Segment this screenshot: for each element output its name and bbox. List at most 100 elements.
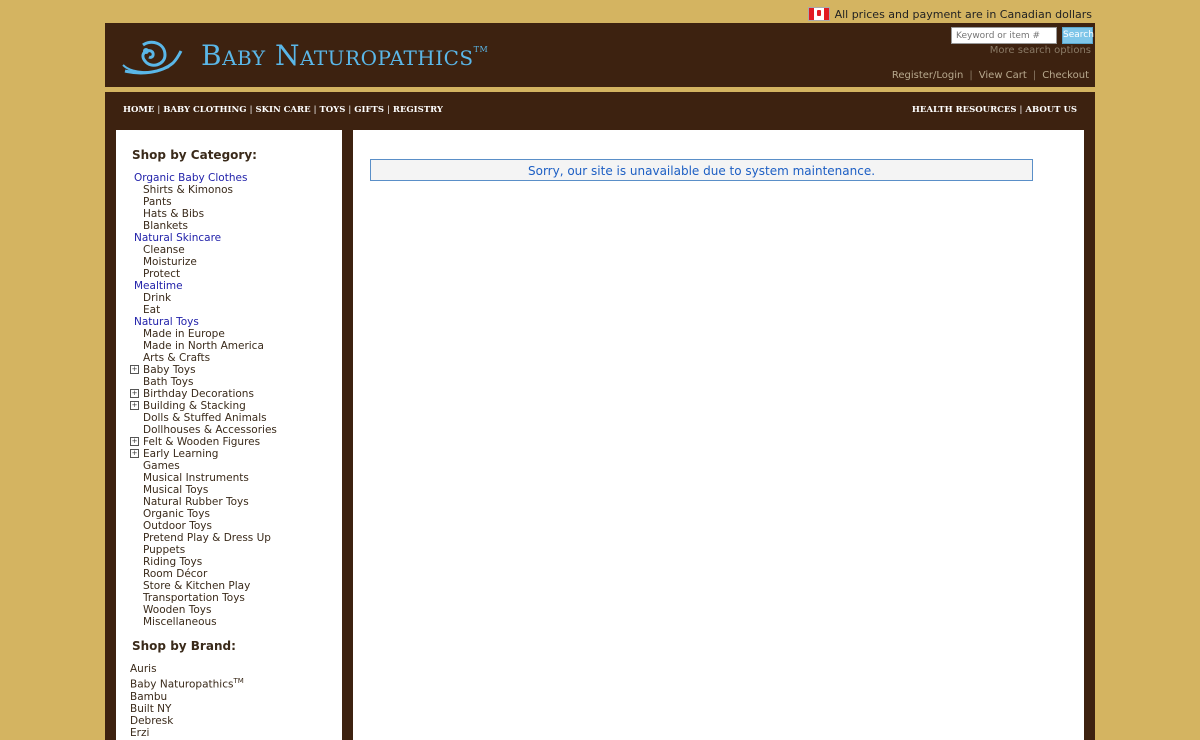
subcategory-link[interactable]: Shirts & Kimonos bbox=[134, 184, 277, 196]
category-link[interactable]: Mealtime bbox=[134, 280, 277, 292]
subcategory-link[interactable]: Made in North America bbox=[134, 340, 277, 352]
view-cart-link[interactable]: View Cart bbox=[979, 70, 1027, 81]
nav-right: HEALTH RESOURCES | ABOUT US bbox=[911, 105, 1077, 115]
subcategory-link[interactable]: Musical Instruments bbox=[134, 472, 277, 484]
subcategory-link[interactable]: Cleanse bbox=[134, 244, 277, 256]
category-label: Musical Toys bbox=[143, 484, 209, 496]
subcategory-link[interactable]: Wooden Toys bbox=[134, 604, 277, 616]
subcategory-link[interactable]: + Baby Toys bbox=[130, 364, 277, 376]
more-search-options-link[interactable]: More search options bbox=[990, 45, 1091, 56]
subcategory-link[interactable]: Room Décor bbox=[134, 568, 277, 580]
brand-link[interactable]: Baby NaturopathicsTM bbox=[130, 675, 244, 691]
expand-plus-icon[interactable]: + bbox=[130, 389, 139, 398]
subcategory-link[interactable]: Musical Toys bbox=[134, 484, 277, 496]
subcategory-link[interactable]: + Early Learning bbox=[130, 448, 277, 460]
brand-link[interactable]: Built NY bbox=[130, 703, 244, 715]
brand-link[interactable]: Bambu bbox=[130, 691, 244, 703]
subcategory-link[interactable]: + Building & Stacking bbox=[130, 400, 277, 412]
trademark-mark: TM bbox=[233, 677, 244, 685]
subcategory-link[interactable]: Dollhouses & Accessories bbox=[134, 424, 277, 436]
subcategory-link[interactable]: Drink bbox=[134, 292, 277, 304]
site-header: Baby NaturopathicsTM Search More search … bbox=[105, 23, 1095, 87]
subcategory-link[interactable]: Made in Europe bbox=[134, 328, 277, 340]
category-label: Felt & Wooden Figures bbox=[143, 436, 261, 448]
category-label: Shirts & Kimonos bbox=[143, 184, 234, 196]
expand-plus-icon[interactable]: + bbox=[130, 401, 139, 410]
brand-label: Auris bbox=[130, 663, 157, 675]
subcategory-link[interactable]: Blankets bbox=[134, 220, 277, 232]
subcategory-link[interactable]: Miscellaneous bbox=[134, 616, 277, 628]
brand-label: Bambu bbox=[130, 690, 168, 703]
category-label: Musical Instruments bbox=[143, 472, 249, 484]
checkout-link[interactable]: Checkout bbox=[1042, 70, 1089, 81]
nav-baby-clothing[interactable]: BABY CLOTHING bbox=[163, 105, 246, 115]
category-label: Protect bbox=[143, 268, 181, 280]
subcategory-link[interactable]: Bath Toys bbox=[134, 376, 277, 388]
subcategory-link[interactable]: Pretend Play & Dress Up bbox=[134, 532, 277, 544]
category-label: Blankets bbox=[143, 220, 188, 232]
category-label: Drink bbox=[143, 292, 172, 304]
category-label: Outdoor Toys bbox=[143, 520, 212, 532]
snail-logo-icon[interactable] bbox=[121, 35, 185, 79]
category-link[interactable]: Natural Toys bbox=[134, 316, 277, 328]
subcategory-link[interactable]: Transportation Toys bbox=[134, 592, 277, 604]
brand-link[interactable]: Erzi bbox=[130, 727, 244, 739]
user-links: Register/Login | View Cart | Checkout bbox=[892, 70, 1089, 81]
nav-left: HOME | BABY CLOTHING | SKIN CARE | TOYS | GIFTS |… bbox=[123, 105, 443, 115]
subcategory-link[interactable]: Eat bbox=[134, 304, 277, 316]
subcategory-link[interactable]: Store & Kitchen Play bbox=[134, 580, 277, 592]
expand-plus-icon[interactable]: + bbox=[130, 437, 139, 446]
subcategory-link[interactable]: + Birthday Decorations bbox=[130, 388, 277, 400]
category-label: Transportation Toys bbox=[143, 592, 245, 604]
expand-plus-icon[interactable]: + bbox=[130, 365, 139, 374]
main-content: Sorry, our site is unavailable due to sy… bbox=[353, 130, 1084, 740]
subcategory-link[interactable]: Hats & Bibs bbox=[134, 208, 277, 220]
brand-link[interactable]: Debresk bbox=[130, 715, 244, 727]
subcategory-link[interactable]: Games bbox=[134, 460, 277, 472]
subcategory-link[interactable]: Protect bbox=[134, 268, 277, 280]
subcategory-link[interactable]: Puppets bbox=[134, 544, 277, 556]
subcategory-link[interactable]: Moisturize bbox=[134, 256, 277, 268]
category-label: Dollhouses & Accessories bbox=[143, 424, 277, 436]
site-logo-text[interactable]: Baby NaturopathicsTM bbox=[201, 39, 488, 72]
category-link[interactable]: Organic Baby Clothes bbox=[134, 172, 277, 184]
nav-toys[interactable]: TOYS bbox=[319, 105, 345, 115]
nav-about-us[interactable]: ABOUT US bbox=[1025, 105, 1077, 115]
category-label: Pants bbox=[143, 196, 172, 208]
subcategory-link[interactable]: + Felt & Wooden Figures bbox=[130, 436, 277, 448]
nav-home[interactable]: HOME bbox=[123, 105, 154, 115]
subcategory-link[interactable]: Organic Toys bbox=[134, 508, 277, 520]
expand-plus-icon[interactable]: + bbox=[130, 449, 139, 458]
nav-gifts[interactable]: GIFTS bbox=[354, 105, 384, 115]
brand-label: Erzi bbox=[130, 726, 150, 739]
category-label: Cleanse bbox=[143, 244, 185, 256]
subcategory-link[interactable]: Pants bbox=[134, 196, 277, 208]
search-button[interactable]: Search bbox=[1062, 27, 1094, 44]
nav-health-resources[interactable]: HEALTH RESOURCES bbox=[912, 105, 1017, 115]
register-login-link[interactable]: Register/Login bbox=[892, 70, 964, 81]
category-label: Games bbox=[143, 460, 180, 472]
category-list: Organic Baby Clothes Shirts & Kimonos Pant… bbox=[130, 172, 277, 628]
subcategory-link[interactable]: Outdoor Toys bbox=[134, 520, 277, 532]
subcategory-link[interactable]: Riding Toys bbox=[134, 556, 277, 568]
brand-label: Debresk bbox=[130, 714, 174, 727]
nav-skin-care[interactable]: SKIN CARE bbox=[255, 105, 310, 115]
subcategory-link[interactable]: Dolls & Stuffed Animals bbox=[134, 412, 277, 424]
category-label: Room Décor bbox=[143, 568, 208, 580]
category-label: Natural Skincare bbox=[134, 232, 222, 244]
brand-link[interactable]: Auris bbox=[130, 663, 244, 675]
subcategory-link[interactable]: Arts & Crafts bbox=[134, 352, 277, 364]
divider: | bbox=[1032, 70, 1037, 81]
currency-note: All prices and payment are in Canadian d… bbox=[807, 7, 1092, 21]
category-label: Bath Toys bbox=[143, 376, 194, 388]
search-input[interactable] bbox=[951, 27, 1057, 44]
nav-registry[interactable]: REGISTRY bbox=[393, 105, 443, 115]
category-label: Pretend Play & Dress Up bbox=[143, 532, 271, 544]
category-label: Mealtime bbox=[134, 280, 183, 292]
currency-note-text: All prices and payment are in Canadian d… bbox=[834, 7, 1092, 21]
category-label: Birthday Decorations bbox=[143, 388, 254, 400]
subcategory-link[interactable]: Natural Rubber Toys bbox=[134, 496, 277, 508]
main-nav: HOME | BABY CLOTHING | SKIN CARE | TOYS | GIFTS |… bbox=[105, 92, 1095, 130]
category-link[interactable]: Natural Skincare bbox=[134, 232, 277, 244]
category-label: Eat bbox=[143, 304, 161, 316]
